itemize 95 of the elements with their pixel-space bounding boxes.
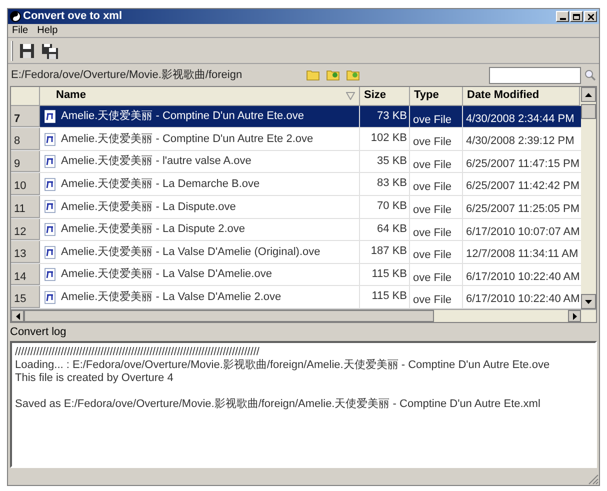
music-file-icon: [44, 268, 56, 282]
file-type: ove File: [410, 264, 463, 286]
file-size: 73 KB: [360, 106, 410, 128]
row-number: 15: [11, 286, 40, 308]
date-modified: 6/17/2010 10:07:07 AM: [465, 224, 580, 240]
file-type: ove File: [410, 173, 463, 196]
log-line: ////////////////////////////////////////////////////////////////////////////////: [15, 346, 260, 359]
file-size: 115 KB: [360, 286, 410, 308]
music-file-icon: [44, 200, 56, 214]
menu-item[interactable]: File: [12, 26, 28, 36]
music-file-icon: [44, 110, 56, 123]
search-field[interactable]: [489, 66, 581, 84]
row-number: 11: [11, 196, 40, 218]
file-size: 102 KB: [360, 128, 410, 150]
file-row[interactable]: 8 Amelie.天使爱美丽 - Comptine D'un Autre Ete 2.ove 102 KB ove File 4/30/2008 2:39:12 PM: [11, 128, 581, 151]
save-icon[interactable]: [19, 42, 35, 58]
file-name: Amelie.天使爱美丽 - La Demarche B.ove: [61, 176, 260, 192]
file-size: 83 KB: [360, 173, 410, 196]
file-name: Amelie.天使爱美丽 - La Dispute 2.ove: [61, 222, 246, 238]
music-file-icon: [44, 290, 56, 304]
file-type: ove File: [410, 150, 463, 172]
date-modified: 6/17/2010 10:22:40 AM: [465, 270, 580, 285]
folder-path: E:/Fedora/ove/Overture/Movie.影视歌曲/foreign: [11, 70, 242, 80]
file-name: Amelie.天使爱美丽 - La Dispute.ove: [61, 200, 236, 215]
save-all-icon[interactable]: [41, 42, 59, 58]
date-modified: 6/25/2007 11:25:05 PM: [465, 202, 580, 218]
menu-item[interactable]: Help: [37, 26, 58, 36]
row-number: 10: [11, 173, 40, 196]
file-name: Amelie.天使爱美丽 - Comptine D'un Autre Ete 2.ove: [61, 132, 314, 147]
folder-badge-icon[interactable]: [346, 69, 360, 81]
folder-icon[interactable]: [306, 69, 320, 81]
music-file-icon: [44, 246, 56, 259]
music-file-icon: [44, 132, 56, 146]
folder-badge-icon[interactable]: [326, 69, 340, 81]
row-number: 8: [11, 128, 40, 150]
file-name: Amelie.天使爱美丽 - La Valse D'Amelie 2.ove: [61, 290, 282, 305]
log-line: This file is created by Overture 4: [15, 372, 174, 385]
file-name: Amelie.天使爱美丽 - La Valse D'Amelie.ove: [61, 266, 272, 282]
scroll-thumb[interactable]: [24, 310, 434, 322]
scroll-thumb[interactable]: [581, 104, 596, 119]
close-icon: [588, 14, 594, 20]
file-row[interactable]: 9 Amelie.天使爱美丽 - l'autre valse A.ove 35 KB ove File 6/25/2007 11:47:15 PM: [11, 150, 581, 174]
maximize-icon: [573, 14, 580, 20]
file-row[interactable]: 12 Amelie.天使爱美丽 - La Dispute 2.ove 64 KB ove File 6/17/2010 10:07:07 AM: [11, 218, 581, 242]
file-size: 70 KB: [360, 196, 410, 218]
scroll-down-icon: [585, 300, 592, 304]
date-modified: 4/30/2008 2:34:44 PM: [465, 112, 576, 127]
file-name: Amelie.天使爱美丽 - La Valse D'Amelie (Original).ove: [61, 244, 320, 260]
music-file-icon: [44, 178, 56, 191]
file-row[interactable]: 14 Amelie.天使爱美丽 - La Valse D'Amelie.ove 115 KB ove File 6/17/2010 10:22:40 AM: [11, 264, 581, 286]
sort-indicator-icon: [346, 92, 355, 100]
search-icon[interactable]: [584, 69, 596, 81]
file-type: ove File: [410, 196, 463, 218]
app-icon: [10, 11, 21, 22]
minimize-button[interactable]: [556, 11, 569, 22]
row-number: 7: [11, 106, 40, 128]
scroll-left-icon: [16, 312, 20, 320]
row-number: 12: [11, 218, 40, 240]
row-number: 14: [11, 264, 40, 286]
file-type: ove File: [410, 128, 463, 150]
date-modified: 4/30/2008 2:39:12 PM: [465, 134, 576, 150]
file-row[interactable]: 10 Amelie.天使爱美丽 - La Demarche B.ove 83 KB ove File 6/25/2007 11:42:42 PM: [11, 173, 581, 196]
file-row[interactable]: 11 Amelie.天使爱美丽 - La Dispute.ove 70 KB ove File 6/25/2007 11:25:05 PM: [11, 196, 581, 219]
log-line: Loading... : E:/Fedora/ove/Overture/Movie.影视歌曲/foreign/Amelie.天使爱美丽 - Comptine D'un Autre Ete.ove: [15, 359, 551, 372]
file-name: Amelie.天使爱美丽 - l'autre valse A.ove: [61, 154, 252, 170]
music-file-icon: [44, 222, 56, 236]
horizontal-scrollbar[interactable]: [11, 309, 596, 322]
scroll-right-icon: [572, 312, 576, 320]
row-number: 13: [11, 241, 40, 263]
row-number: 9: [11, 150, 40, 172]
file-name: Amelie.天使爱美丽 - Comptine D'un Autre Ete.ove: [61, 108, 304, 124]
file-row[interactable]: 15 Amelie.天使爱美丽 - La Valse D'Amelie 2.ove 115 KB ove File 6/17/2010 10:22:40 AM: [11, 286, 581, 309]
scroll-up-icon: [585, 92, 592, 96]
file-size: 115 KB: [360, 264, 410, 286]
vertical-scrollbar[interactable]: [581, 87, 596, 309]
log-line: Saved as E:/Fedora/ove/Overture/Movie.影视歌曲/foreign/Amelie.天使爱美丽 - Comptine D'un Autre Ete.xml: [15, 398, 542, 411]
window-title: Convert ove to xml: [23, 11, 122, 22]
file-size: 187 KB: [360, 241, 410, 263]
close-button[interactable]: [584, 11, 597, 22]
file-size: 64 KB: [360, 218, 410, 240]
resize-grip-icon[interactable]: [588, 474, 599, 485]
music-file-icon: [44, 155, 56, 168]
file-row[interactable]: 7 Amelie.天使爱美丽 - Comptine D'un Autre Ete.ove 73 KB ove File 4/30/2008 2:34:44 PM: [11, 106, 581, 128]
file-type: ove File: [410, 286, 463, 308]
file-type: ove File: [410, 218, 463, 240]
date-modified: 12/7/2008 11:34:11 AM: [465, 247, 580, 262]
log-label: Convert log: [9, 325, 68, 340]
date-modified: 6/17/2010 10:22:40 AM: [465, 292, 580, 308]
file-type: ove File: [410, 106, 463, 128]
maximize-button[interactable]: [570, 11, 583, 22]
file-row[interactable]: 13 Amelie.天使爱美丽 - La Valse D'Amelie (Original).ove 187 KB ove File 12/7/2008 11:34:11 AM: [11, 241, 581, 264]
date-modified: 6/25/2007 11:42:42 PM: [465, 179, 580, 194]
date-modified: 6/25/2007 11:47:15 PM: [465, 156, 580, 172]
file-size: 35 KB: [360, 150, 410, 172]
file-type: ove File: [410, 241, 463, 263]
